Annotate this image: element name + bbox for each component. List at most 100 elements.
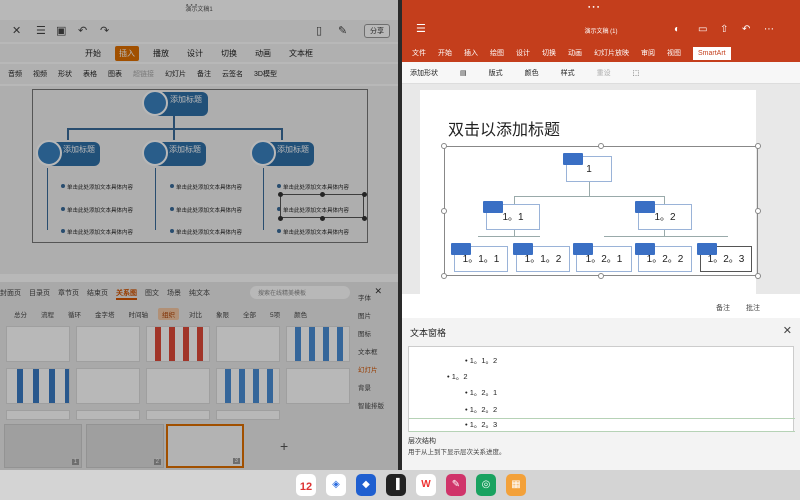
org-item[interactable]: 单击此处添加文本具体内容 <box>67 183 133 191</box>
tab-animations[interactable]: 动画 <box>568 48 582 58</box>
pane-line[interactable]: • 1。1。2 <box>465 355 497 366</box>
arrange-icon[interactable]: ⬚ <box>633 69 640 77</box>
resize-handle[interactable] <box>755 273 761 279</box>
cat-chapter[interactable]: 章节页 <box>58 288 79 300</box>
tag-cycle[interactable]: 循环 <box>64 308 85 320</box>
template-thumb[interactable] <box>6 368 70 404</box>
tag-flow[interactable]: 流程 <box>37 308 58 320</box>
cat-relation[interactable]: 关系图 <box>116 288 137 300</box>
tag-org[interactable]: 组织 <box>158 308 179 320</box>
tag-quadrant[interactable]: 象限 <box>212 308 233 320</box>
org-top-node[interactable]: 添加标题 <box>142 90 208 116</box>
tool-video[interactable]: 视频 <box>33 69 47 79</box>
template-thumb[interactable] <box>76 368 140 404</box>
tag-overview[interactable]: 总分 <box>10 308 31 320</box>
menu-icon[interactable]: ☰ <box>36 24 46 37</box>
template-thumb[interactable] <box>286 326 350 362</box>
tab-smartart[interactable]: SmartArt <box>693 46 731 60</box>
tab-animation[interactable]: 动画 <box>251 46 275 61</box>
org-item[interactable]: 单击此处添加文本具体内容 <box>176 183 242 191</box>
slides-icon[interactable]: ▯ <box>316 24 322 37</box>
tab-view[interactable]: 视图 <box>667 48 681 58</box>
add-slide-button[interactable]: + <box>280 438 288 454</box>
org-head-2[interactable]: 添加标题 <box>142 140 206 166</box>
resize-handle[interactable] <box>278 216 283 221</box>
side-textbox[interactable]: 文本框 <box>358 344 398 362</box>
tag-timeline[interactable]: 时间轴 <box>125 308 153 320</box>
tool-shape[interactable]: 形状 <box>58 69 72 79</box>
pane-line[interactable]: • 1。2。1 <box>465 387 497 398</box>
smartart-node[interactable]: 1。1 <box>483 201 540 230</box>
window-handle[interactable]: ●●● <box>588 4 601 9</box>
smartart-node-selected[interactable]: 1。2。3 <box>697 243 752 272</box>
side-font[interactable]: 字体 <box>358 290 398 308</box>
smartart-node[interactable]: 1。2。2 <box>635 243 692 272</box>
tool-3d-model[interactable]: 3D模型 <box>254 69 277 79</box>
slide-title[interactable]: 双击以添加标题 <box>448 116 560 140</box>
side-slide[interactable]: 幻灯片 <box>358 362 398 380</box>
template-thumb[interactable] <box>146 326 210 362</box>
side-smart-layout[interactable]: 智能排版 <box>358 398 398 416</box>
cat-scene[interactable]: 场景 <box>167 288 181 300</box>
template-thumb[interactable] <box>216 410 280 420</box>
comments-button[interactable]: 批注 <box>746 303 760 313</box>
tab-file[interactable]: 文件 <box>412 48 426 58</box>
text-pane-editor[interactable]: • 1。1。2 • 1。2 • 1。2。1 • 1。2。2 • 1。2。3 <box>408 346 795 432</box>
bulb-icon[interactable]: ◐ <box>674 24 680 35</box>
resize-handle[interactable] <box>362 216 367 221</box>
template-thumb[interactable] <box>286 368 350 404</box>
chat-app[interactable]: ◎ <box>476 474 496 496</box>
share-button[interactable]: 分享 <box>364 24 390 38</box>
pen-app[interactable]: ✎ <box>446 474 466 496</box>
wps-app[interactable]: W <box>416 474 436 496</box>
slide-thumb[interactable]: 2 <box>86 424 164 468</box>
tag-color[interactable]: 颜色 <box>290 308 311 320</box>
tab-slideshow[interactable]: 幻灯片放映 <box>594 48 629 58</box>
pane-line[interactable]: • 1。2。2 <box>465 404 497 415</box>
slide-canvas[interactable]: 添加标题 添加标题 添加标题 添加标题 单击此处添加文本具体内容 单击此处添加文… <box>0 86 398 274</box>
tool-table[interactable]: 表格 <box>83 69 97 79</box>
cat-cover[interactable]: 封面页 <box>0 288 21 300</box>
close-icon[interactable]: ✕ <box>12 24 21 37</box>
redo-icon[interactable]: ↷ <box>100 24 109 37</box>
tab-insert[interactable]: 插入 <box>115 45 139 61</box>
template-thumb[interactable] <box>6 410 70 420</box>
template-thumb[interactable] <box>216 326 280 362</box>
template-thumb[interactable] <box>6 326 70 362</box>
tab-transitions[interactable]: 切换 <box>542 48 556 58</box>
pane-line-selected[interactable]: • 1。2。3 <box>409 418 795 432</box>
tab-design[interactable]: 设计 <box>516 48 530 58</box>
selected-textbox[interactable] <box>280 194 364 218</box>
resize-handle[interactable] <box>320 192 325 197</box>
resize-handle[interactable] <box>755 143 761 149</box>
voice-app[interactable]: ▐ <box>386 474 406 496</box>
browser-app[interactable]: ◈ <box>326 474 346 496</box>
add-shape-button[interactable]: 添加形状 <box>410 68 438 78</box>
menu-icon[interactable]: ☰ <box>416 22 426 35</box>
resize-handle[interactable] <box>362 192 367 197</box>
org-head-1[interactable]: 添加标题 <box>36 140 100 166</box>
tab-start[interactable]: 开始 <box>81 46 105 61</box>
notes-button[interactable]: 备注 <box>716 303 730 313</box>
resize-handle[interactable] <box>278 192 283 197</box>
tag-all[interactable]: 全部 <box>239 308 260 320</box>
smartart-node[interactable]: 1 <box>563 153 612 182</box>
tab-draw[interactable]: 绘图 <box>490 48 504 58</box>
tab-play[interactable]: 播放 <box>149 46 173 61</box>
template-thumb[interactable] <box>146 368 210 404</box>
org-item[interactable]: 单击此处添加文本具体内容 <box>176 206 242 214</box>
resize-handle[interactable] <box>441 208 447 214</box>
side-image[interactable]: 图片 <box>358 308 398 326</box>
template-thumb[interactable] <box>76 410 140 420</box>
more-icon[interactable]: ⋯ <box>764 24 774 35</box>
tag-compare[interactable]: 对比 <box>185 308 206 320</box>
smartart-node[interactable]: 1。2 <box>635 201 692 230</box>
resize-handle[interactable] <box>755 208 761 214</box>
template-thumb[interactable] <box>146 410 210 420</box>
tool-notes[interactable]: 备注 <box>197 69 211 79</box>
resize-handle[interactable] <box>598 143 604 149</box>
undo-icon[interactable]: ↶ <box>78 24 87 37</box>
smartart-node[interactable]: 1。1。1 <box>451 243 508 272</box>
tool-audio[interactable]: 音频 <box>8 69 22 79</box>
close-icon[interactable]: ✕ <box>783 324 792 337</box>
